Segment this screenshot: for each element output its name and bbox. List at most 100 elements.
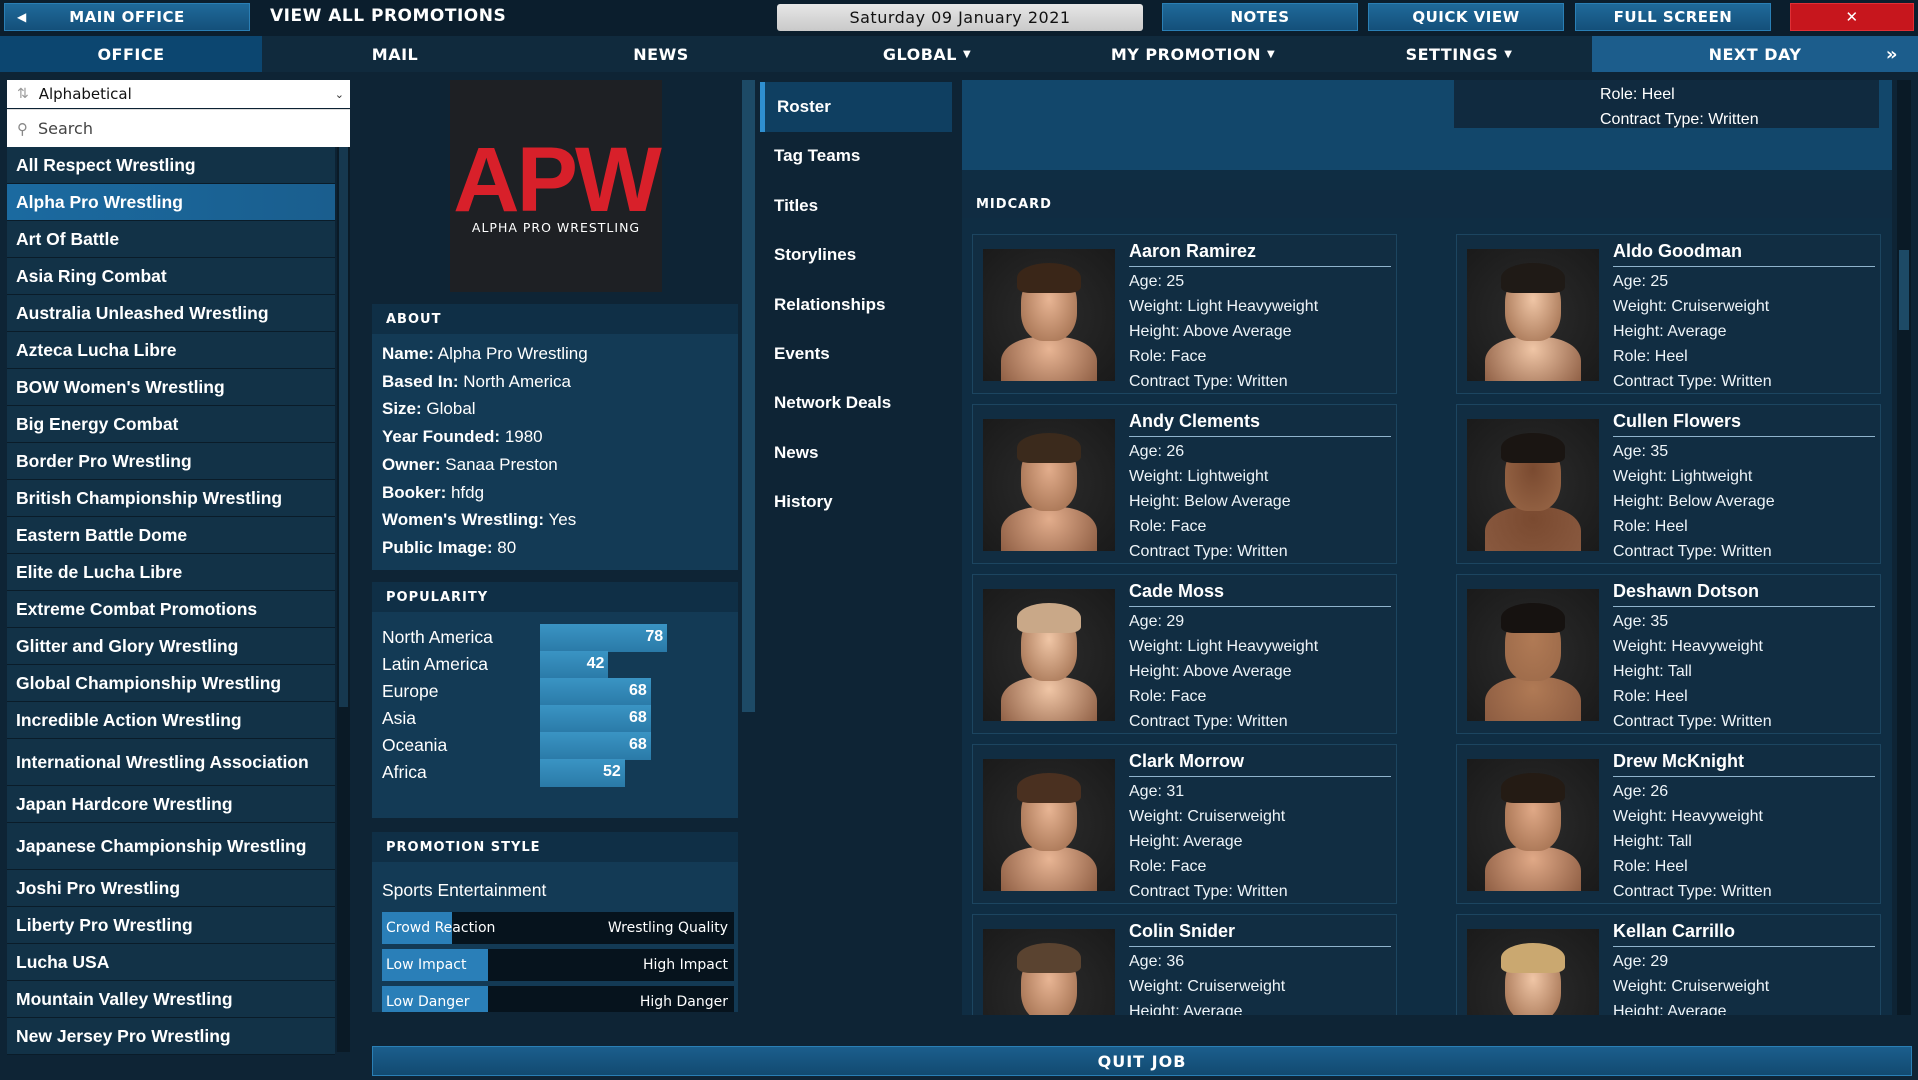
nav-global[interactable]: GLOBAL ▼ bbox=[794, 36, 1060, 72]
promotion-list-item[interactable]: Art Of Battle bbox=[7, 221, 335, 258]
promotion-list-item[interactable]: Elite de Lucha Libre bbox=[7, 554, 335, 591]
roster-scrollbar[interactable] bbox=[1897, 80, 1911, 1015]
promotion-list-item[interactable]: Eastern Battle Dome bbox=[7, 517, 335, 554]
promotion-list-item[interactable]: Joshi Pro Wrestling bbox=[7, 870, 335, 907]
close-icon: ✕ bbox=[1845, 8, 1859, 26]
wrestler-torso bbox=[1485, 507, 1581, 551]
wrestler-card[interactable]: Cade Moss Age: 29 Weight: Light Heavyweigh… bbox=[972, 574, 1397, 734]
subnav-network-deals[interactable]: Network Deals bbox=[760, 378, 952, 428]
promotion-list-item[interactable]: New Jersey Pro Wrestling bbox=[7, 1018, 335, 1055]
subnav-tag-teams[interactable]: Tag Teams bbox=[760, 131, 952, 181]
quick-view-button[interactable]: QUICK VIEW bbox=[1368, 3, 1564, 31]
about-line: Year Founded: 1980 bbox=[372, 423, 738, 451]
close-button[interactable]: ✕ bbox=[1790, 3, 1914, 31]
wrestler-card[interactable]: Drew McKnight Age: 26 Weight: Heavyweight H… bbox=[1456, 744, 1881, 904]
wrestler-height: Height: Average bbox=[1613, 1003, 1727, 1015]
promotion-list-item[interactable]: Japanese Championship Wrestling bbox=[7, 823, 335, 870]
subnav-events[interactable]: Events bbox=[760, 329, 952, 379]
promotion-name: Eastern Battle Dome bbox=[16, 524, 188, 545]
list-scrollbar[interactable] bbox=[337, 147, 350, 1052]
about-line: Based In: North America bbox=[372, 368, 738, 396]
nav-settings-label: SETTINGS bbox=[1405, 44, 1499, 64]
subnav-label: Relationships bbox=[774, 294, 886, 314]
nav-news[interactable]: NEWS bbox=[528, 36, 794, 72]
subnav-history[interactable]: History bbox=[760, 477, 952, 527]
promotion-list-item[interactable]: Global Championship Wrestling bbox=[7, 665, 335, 702]
promotion-list-item[interactable]: Alpha Pro Wrestling bbox=[7, 184, 335, 221]
promotion-list-item[interactable]: All Respect Wrestling bbox=[7, 147, 335, 184]
roster-card-partial[interactable]: Role: Heel Contract Type: Written bbox=[1454, 80, 1879, 128]
popularity-value: 68 bbox=[629, 736, 647, 753]
promotion-list-item[interactable]: Big Energy Combat bbox=[7, 406, 335, 443]
nav-office[interactable]: OFFICE bbox=[0, 36, 262, 72]
promotion-list-item[interactable]: International Wrestling Association bbox=[7, 739, 335, 786]
notes-button[interactable]: NOTES bbox=[1162, 3, 1358, 31]
wrestler-role: Role: Face bbox=[1129, 688, 1207, 705]
promotion-list-item[interactable]: Mountain Valley Wrestling bbox=[7, 981, 335, 1018]
wrestler-height: Height: Above Average bbox=[1129, 663, 1292, 680]
promotion-list-item[interactable]: Incredible Action Wrestling bbox=[7, 702, 335, 739]
promotion-list-item[interactable]: Glitter and Glory Wrestling bbox=[7, 628, 335, 665]
promotion-list-item[interactable]: BOW Women's Wrestling bbox=[7, 369, 335, 406]
wrestler-name: Deshawn Dotson bbox=[1613, 581, 1875, 607]
top-section-band: Role: Heel Contract Type: Written bbox=[962, 80, 1892, 170]
chevron-down-icon: ⌄ bbox=[334, 87, 344, 101]
wrestler-card[interactable]: Aaron Ramirez Age: 25 Weight: Light Heavyw… bbox=[972, 234, 1397, 394]
about-value: 1980 bbox=[504, 427, 543, 447]
card-role: Role: Heel bbox=[1600, 86, 1675, 103]
promotion-list-item[interactable]: Japan Hardcore Wrestling bbox=[7, 786, 335, 823]
wrestler-info: Age: 26 Weight: Heavyweight Height: Tall Ro… bbox=[1613, 779, 1772, 904]
wrestler-card[interactable]: Aldo Goodman Age: 25 Weight: Cruiserweight… bbox=[1456, 234, 1881, 394]
promotion-list-item[interactable]: Azteca Lucha Libre bbox=[7, 332, 335, 369]
promotion-list-item[interactable]: Asia Ring Combat bbox=[7, 258, 335, 295]
search-input[interactable]: ⚲ Search bbox=[7, 109, 350, 147]
wrestler-card[interactable]: Colin Snider Age: 36 Weight: Cruiserweight… bbox=[972, 914, 1397, 1015]
subnav-relationships[interactable]: Relationships bbox=[760, 280, 952, 330]
wrestler-card[interactable]: Cullen Flowers Age: 35 Weight: Lightweight… bbox=[1456, 404, 1881, 564]
wrestler-card[interactable]: Clark Morrow Age: 31 Weight: Cruiserweight… bbox=[972, 744, 1397, 904]
wrestler-weight: Weight: Cruiserweight bbox=[1129, 978, 1286, 995]
promotion-list-item[interactable]: Border Pro Wrestling bbox=[7, 443, 335, 480]
subnav-roster[interactable]: Roster bbox=[760, 82, 952, 132]
promotion-list-item[interactable]: Lucha USA bbox=[7, 944, 335, 981]
promotion-name: Joshi Pro Wrestling bbox=[16, 877, 181, 898]
subnav-storylines[interactable]: Storylines bbox=[760, 230, 952, 280]
wrestler-torso bbox=[1001, 847, 1097, 891]
wrestler-name: Aaron Ramirez bbox=[1129, 241, 1391, 267]
region-label: Africa bbox=[382, 762, 427, 782]
wrestler-hair bbox=[1501, 433, 1565, 463]
full-screen-button[interactable]: FULL SCREEN bbox=[1575, 3, 1771, 31]
wrestler-age: Age: 35 bbox=[1613, 443, 1669, 460]
wrestler-contract: Contract Type: Written bbox=[1613, 713, 1772, 730]
wrestler-card[interactable]: Kellan Carrillo Age: 29 Weight: Cruiserwei… bbox=[1456, 914, 1881, 1015]
wrestler-weight: Weight: Light Heavyweight bbox=[1129, 638, 1319, 655]
promotion-list-item[interactable]: Extreme Combat Promotions bbox=[7, 591, 335, 628]
subnav-label: Storylines bbox=[774, 245, 857, 265]
quit-job-button[interactable]: QUIT JOB bbox=[372, 1046, 1912, 1076]
sort-select[interactable]: ⇅ Alphabetical ⌄ bbox=[7, 80, 350, 108]
promotion-list-item[interactable]: Liberty Pro Wrestling bbox=[7, 907, 335, 944]
subnav-news[interactable]: News bbox=[760, 428, 952, 478]
wrestler-info: Age: 29 Weight: Cruiserweight Height: Aver… bbox=[1613, 949, 1769, 1015]
wrestler-card[interactable]: Deshawn Dotson Age: 35 Weight: Heavyweight… bbox=[1456, 574, 1881, 734]
promotion-list-item[interactable]: Australia Unleashed Wrestling bbox=[7, 295, 335, 332]
wrestler-age: Age: 26 bbox=[1613, 783, 1669, 800]
main-office-button[interactable]: ◀ MAIN OFFICE bbox=[4, 3, 250, 31]
wrestler-name: Andy Clements bbox=[1129, 411, 1391, 437]
wrestler-photo bbox=[1467, 249, 1599, 381]
wrestler-role: Role: Heel bbox=[1613, 858, 1688, 875]
nav-mail[interactable]: MAIL bbox=[262, 36, 528, 72]
region-label: Latin America bbox=[382, 654, 489, 674]
subnav-label: News bbox=[774, 442, 819, 462]
nav-my-promotion[interactable]: MY PROMOTION ▼ bbox=[1060, 36, 1326, 72]
wrestler-card[interactable]: Andy Clements Age: 26 Weight: Lightweight H… bbox=[972, 404, 1397, 564]
middle-scrollbar[interactable] bbox=[742, 80, 755, 712]
next-day-button[interactable]: NEXT DAY » bbox=[1592, 36, 1918, 72]
nav-settings[interactable]: SETTINGS ▼ bbox=[1326, 36, 1592, 72]
list-scroll-thumb[interactable] bbox=[339, 147, 348, 707]
promotion-list-item[interactable]: British Championship Wrestling bbox=[7, 480, 335, 517]
subnav-titles[interactable]: Titles bbox=[760, 181, 952, 231]
roster-scroll-thumb[interactable] bbox=[1899, 250, 1909, 330]
promotion-list-panel: ⇅ Alphabetical ⌄ ⚲ Search All Respect Wr… bbox=[7, 80, 350, 1055]
promotion-style-heading: PROMOTION STYLE bbox=[372, 832, 738, 862]
